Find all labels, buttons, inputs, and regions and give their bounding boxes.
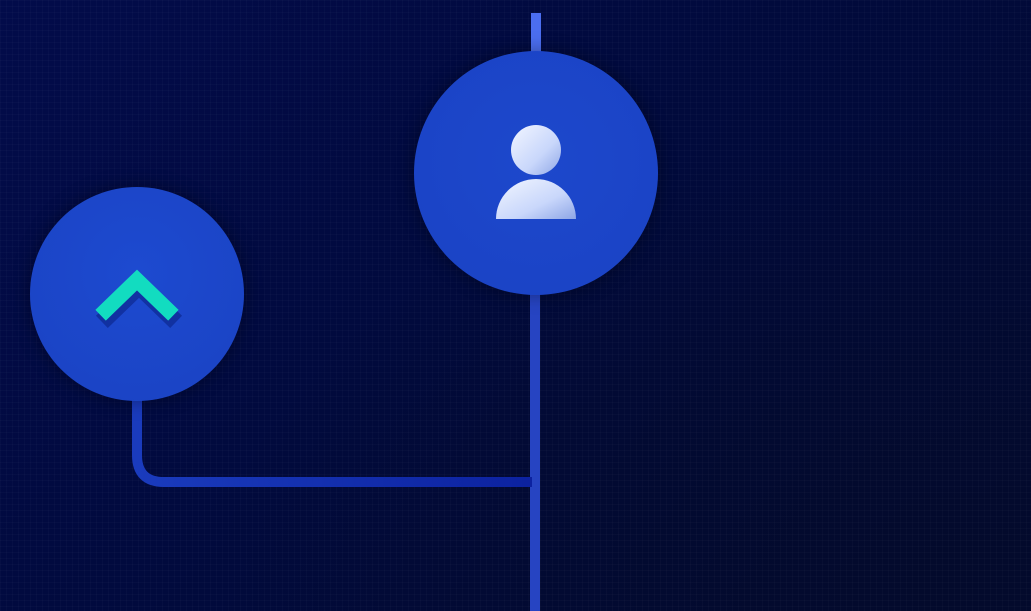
chevron-node[interactable]: [30, 187, 244, 401]
user-icon: [496, 125, 576, 219]
user-icon-body: [496, 179, 576, 219]
user-icon-head: [511, 125, 561, 175]
user-node[interactable]: [414, 51, 658, 295]
chevron-up-icon: [95, 269, 183, 329]
diagram-canvas: [0, 0, 1031, 611]
connector-elbow: [132, 395, 532, 487]
